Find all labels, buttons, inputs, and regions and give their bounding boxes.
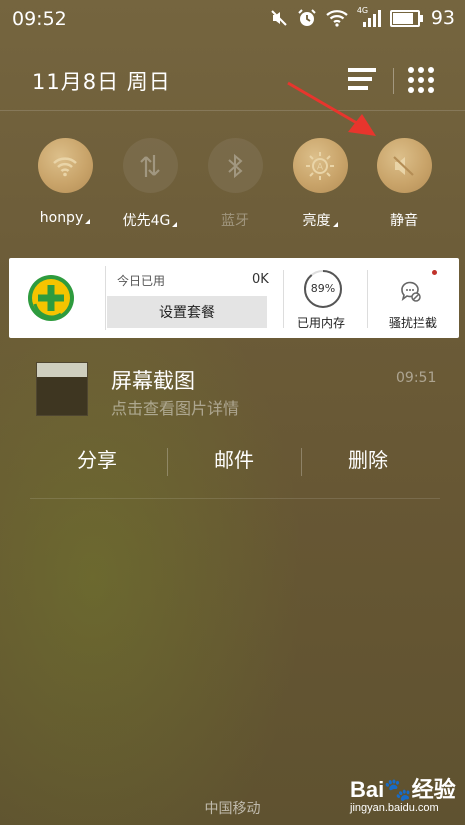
memory-label: 已用内存 [297, 316, 346, 330]
alarm-icon [298, 9, 316, 26]
toggle-bluetooth-label: 蓝牙 [221, 213, 249, 229]
apps-grid-icon[interactable] [408, 67, 434, 93]
bluetooth-icon [228, 153, 243, 178]
watermark-brand: Bai🐾经验 [350, 777, 456, 802]
header-separator [0, 110, 465, 111]
status-icons: 4G 93 [270, 6, 455, 29]
date-row: 11月8日 周日 [0, 58, 465, 103]
header-divider [393, 68, 394, 94]
brightness-icon: A [306, 151, 334, 180]
list-menu-icon[interactable] [348, 68, 376, 94]
screenshot-thumbnail [36, 362, 88, 416]
security-card: 今日已用 0K 设置套餐 89% 已用内存 骚扰拦截 [9, 258, 459, 338]
battery-fill [392, 12, 414, 24]
card-divider [105, 266, 106, 330]
status-bar: 09:52 4G 93 [0, 0, 465, 36]
mute-icon [393, 155, 414, 176]
notification-shade: 09:52 4G 93 11月8日 周日 honpy 优先4G 蓝牙 A 亮度 … [0, 0, 465, 825]
wifi-icon [53, 156, 77, 176]
signal-icon: 4G [357, 6, 381, 28]
card-divider [367, 270, 368, 328]
screenshot-notification[interactable]: 屏幕截图 09:51 点击查看图片详情 分享 邮件 删除 [0, 350, 465, 500]
toggle-brightness[interactable]: A 亮度 [280, 138, 360, 230]
battery-icon [389, 9, 423, 27]
quick-toggles: honpy 优先4G 蓝牙 A 亮度 静音 [0, 138, 465, 238]
delete-button[interactable]: 删除 [301, 442, 435, 478]
wifi-icon [326, 10, 348, 27]
notification-time: 09:51 [396, 370, 437, 386]
mobile-data-icon [140, 154, 160, 177]
baidu-watermark: Bai🐾经验 jingyan.baidu.com [340, 768, 460, 820]
email-button[interactable]: 邮件 [167, 442, 301, 478]
today-used-value: 0K [252, 272, 269, 287]
notification-separator [30, 498, 440, 499]
toggle-wifi-label: honpy [39, 210, 84, 226]
battery-percent: 93 [430, 7, 455, 29]
notification-dot [432, 270, 437, 275]
toggle-bluetooth[interactable]: 蓝牙 [195, 138, 275, 230]
watermark-url: jingyan.baidu.com [350, 802, 439, 814]
toggle-mobile-data-label: 优先4G [122, 213, 171, 229]
card-divider [283, 270, 284, 328]
toggle-wifi[interactable]: honpy [25, 138, 105, 226]
harassment-block-label: 骚扰拦截 [389, 316, 438, 330]
memory-percent: 89% [310, 282, 336, 295]
status-time: 09:52 [12, 8, 67, 30]
set-plan-button[interactable]: 设置套餐 [107, 296, 267, 328]
date-text: 11月8日 周日 [32, 70, 171, 94]
share-button[interactable]: 分享 [30, 442, 164, 478]
mute-icon [271, 10, 287, 26]
security-app-logo-icon[interactable] [27, 274, 75, 322]
toggle-mobile-data[interactable]: 优先4G [110, 138, 190, 230]
notification-title: 屏幕截图 [111, 369, 195, 393]
harassment-block-icon[interactable] [399, 280, 423, 304]
today-used-label: 今日已用 [117, 274, 166, 288]
toggle-mute[interactable]: 静音 [364, 138, 444, 230]
toggle-brightness-label: 亮度 [302, 213, 331, 229]
toggle-mute-label: 静音 [390, 213, 418, 229]
svg-text:A: A [317, 162, 324, 172]
notification-subtitle: 点击查看图片详情 [111, 399, 240, 418]
notification-actions: 分享 邮件 删除 [30, 442, 435, 482]
